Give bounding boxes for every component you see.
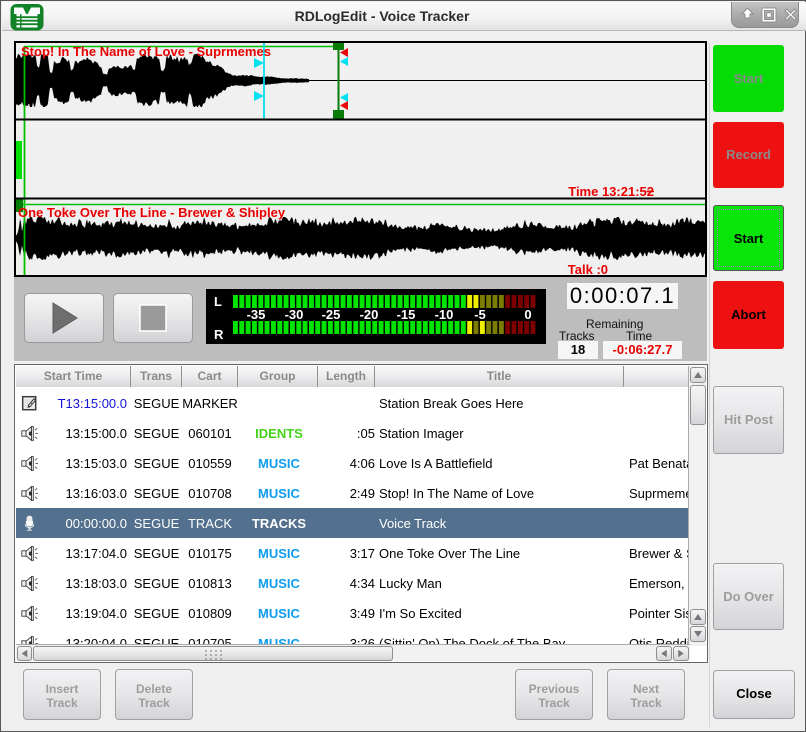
svg-text:L: L [214,294,222,309]
svg-text:-5: -5 [474,307,486,322]
svg-text:Talk :0: Talk :0 [568,262,608,277]
svg-text:One Toke Over The Line - Brewe: One Toke Over The Line - Brewer & Shiple… [18,205,286,220]
svg-text:Stop! In The Name of Love - Su: Stop! In The Name of Love - Suprmemes [21,44,271,59]
svg-text:R: R [214,327,224,342]
svg-text:Time 13:21:52: Time 13:21:52 [568,184,654,199]
svg-text:-10: -10 [435,307,454,322]
svg-text:-15: -15 [397,307,416,322]
svg-text:-30: -30 [285,307,304,322]
svg-text:-25: -25 [322,307,341,322]
svg-text:-35: -35 [247,307,266,322]
svg-text:0: 0 [524,307,531,322]
svg-text:-20: -20 [360,307,379,322]
